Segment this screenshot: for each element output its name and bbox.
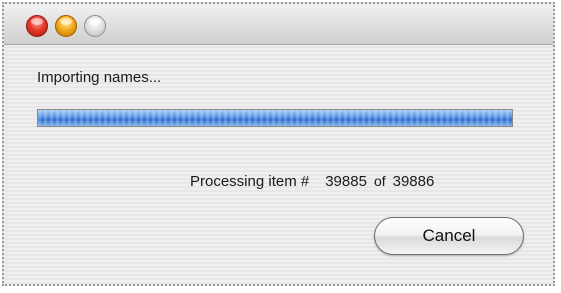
progress-bar	[37, 109, 513, 127]
title-bar[interactable]	[4, 4, 553, 45]
status-label: Importing names...	[37, 69, 162, 86]
processing-current-count: 39885	[325, 173, 367, 190]
progress-dialog-window: Importing names... Processing item # 3988…	[2, 2, 555, 286]
processing-of-label: of	[373, 173, 386, 189]
close-window-button[interactable]	[26, 15, 48, 37]
processing-status: Processing item # 39885 of 39886	[190, 173, 434, 190]
processing-total-count: 39886	[392, 173, 435, 190]
progress-bar-fill	[38, 110, 512, 126]
minimize-window-button[interactable]	[55, 15, 77, 37]
cancel-button[interactable]: Cancel	[374, 217, 524, 255]
zoom-window-button[interactable]	[84, 15, 106, 37]
processing-label: Processing item #	[190, 173, 310, 190]
